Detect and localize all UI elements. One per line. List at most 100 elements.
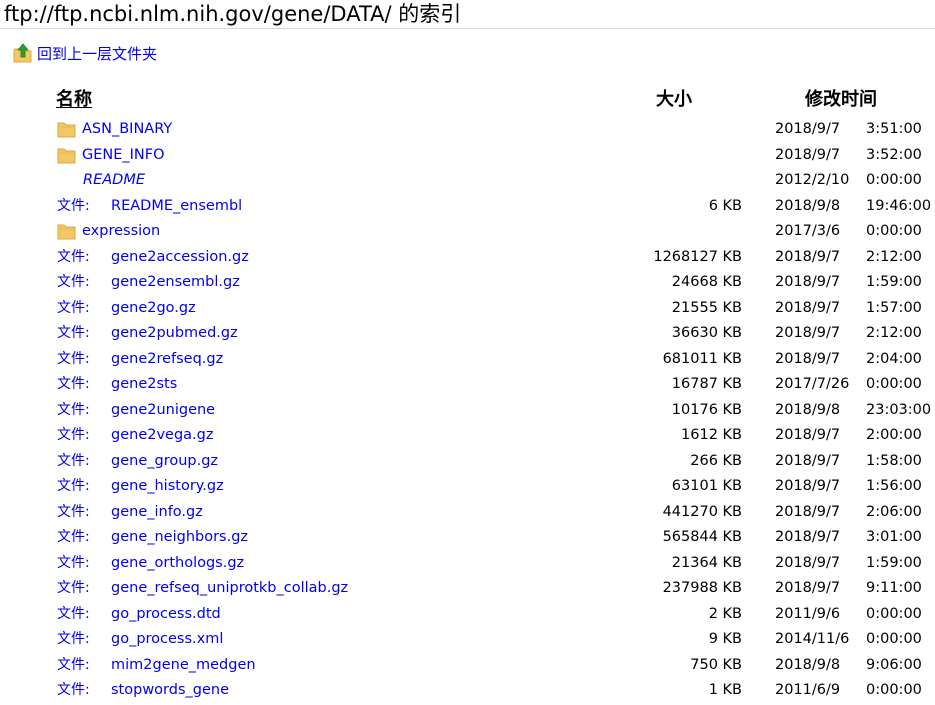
modified-date: 2018/9/7 [775, 580, 841, 596]
file-size: 266 KB [690, 452, 742, 469]
modified-date: 2018/9/8 [775, 197, 841, 214]
file-link[interactable]: gene_refseq_uniprotkb_collab.gz [111, 576, 348, 602]
file-prefix-label: 文件: [57, 197, 90, 214]
file-prefix-label: 文件: [57, 682, 90, 698]
modified-date: 2018/9/7 [775, 121, 841, 137]
modified-time: 0:00:00 [866, 605, 922, 622]
folder-link[interactable]: expression [82, 219, 160, 245]
parent-folder-link[interactable]: 回到上一层文件夹 [12, 41, 157, 65]
modified-time: 9:11:00 [866, 580, 922, 596]
file-size: 1 KB [708, 682, 742, 698]
modified-date: 2018/9/7 [775, 427, 841, 443]
link-entry[interactable]: README [83, 168, 145, 194]
file-link[interactable]: go_process.xml [111, 627, 223, 653]
modified-date: 2011/9/6 [775, 605, 841, 622]
file-link[interactable]: gene_neighbors.gz [111, 525, 248, 551]
file-link[interactable]: gene2unigene [111, 398, 215, 424]
file-row: ASN_BINARY 2018/9/7 3:51:00 [0, 117, 935, 143]
file-link[interactable]: gene2pubmed.gz [111, 321, 238, 347]
file-row: 文件: README_ensembl 6 KB 2018/9/8 19:46:00 [0, 194, 935, 220]
file-link[interactable]: gene2ensembl.gz [111, 270, 240, 296]
modified-date: 2018/9/7 [775, 478, 841, 494]
modified-time: 2:12:00 [866, 325, 922, 341]
modified-date: 2018/9/7 [775, 529, 841, 545]
modified-date: 2014/11/6 [775, 631, 850, 647]
modified-time: 1:58:00 [866, 452, 922, 469]
file-size: 36630 KB [671, 325, 742, 341]
file-prefix-label: 文件: [57, 605, 90, 622]
file-prefix-label: 文件: [57, 580, 90, 596]
column-header-modified[interactable]: 修改时间 [805, 88, 877, 112]
modified-time: 2:00:00 [866, 427, 922, 443]
file-link[interactable]: gene_group.gz [111, 449, 218, 475]
file-link[interactable]: gene2accession.gz [111, 245, 249, 271]
file-link[interactable]: go_process.dtd [111, 602, 221, 628]
file-link[interactable]: gene2go.gz [111, 296, 196, 322]
modified-date: 2018/9/7 [775, 503, 841, 520]
modified-date: 2018/9/7 [775, 452, 841, 469]
modified-time: 0:00:00 [866, 223, 922, 239]
modified-time: 1:56:00 [866, 478, 922, 494]
file-size: 16787 KB [671, 376, 742, 392]
file-row: 文件: mim2gene_medgen 750 KB 2018/9/8 9:06:00 [0, 653, 935, 679]
parent-folder-label[interactable]: 回到上一层文件夹 [37, 43, 157, 64]
modified-date: 2018/9/7 [775, 274, 841, 290]
folder-link[interactable]: ASN_BINARY [82, 117, 172, 143]
modified-time: 19:46:00 [866, 197, 932, 214]
file-size: 750 KB [690, 656, 742, 673]
file-row: 文件: gene2ensembl.gz 24668 KB 2018/9/7 1:59:0… [0, 270, 935, 296]
file-row: 文件: gene2pubmed.gz 36630 KB 2018/9/7 2:12:00 [0, 321, 935, 347]
file-prefix-label: 文件: [57, 376, 90, 392]
file-link[interactable]: gene2sts [111, 372, 177, 398]
modified-time: 0:00:00 [866, 682, 922, 698]
file-row: 文件: go_process.dtd 2 KB 2011/9/6 0:00:00 [0, 602, 935, 628]
file-prefix-label: 文件: [57, 478, 90, 494]
file-listing: ASN_BINARY 2018/9/7 3:51:00 GENE_INFO 2018/9… [0, 117, 935, 704]
modified-date: 2017/7/26 [775, 376, 850, 392]
file-row: 文件: stopwords_gene 1 KB 2011/6/9 0:00:00 [0, 678, 935, 704]
file-link[interactable]: gene_info.gz [111, 500, 203, 526]
modified-date: 2018/9/8 [775, 656, 841, 673]
file-row: expression 2017/3/6 0:00:00 [0, 219, 935, 245]
modified-time: 1:59:00 [866, 554, 922, 571]
modified-date: 2018/9/7 [775, 325, 841, 341]
modified-time: 2:12:00 [866, 248, 922, 265]
file-size: 565844 KB [662, 529, 742, 545]
file-prefix-label: 文件: [57, 274, 90, 290]
modified-time: 3:51:00 [866, 121, 922, 137]
modified-time: 23:03:00 [866, 401, 932, 418]
modified-date: 2011/6/9 [775, 682, 841, 698]
modified-time: 0:00:00 [866, 172, 922, 188]
file-link[interactable]: mim2gene_medgen [111, 653, 256, 679]
modified-time: 9:06:00 [866, 656, 922, 673]
modified-time: 1:59:00 [866, 274, 922, 290]
file-row: 文件: gene2refseq.gz 681011 KB 2018/9/7 2:04:0… [0, 347, 935, 373]
file-prefix-label: 文件: [57, 248, 90, 265]
modified-time: 0:00:00 [866, 376, 922, 392]
file-row: 文件: gene2sts 16787 KB 2017/7/26 0:00:00 [0, 372, 935, 398]
file-row: 文件: gene_refseq_uniprotkb_collab.gz 237988… [0, 576, 935, 602]
file-link[interactable]: gene_history.gz [111, 474, 224, 500]
file-link[interactable]: gene_orthologs.gz [111, 551, 244, 577]
file-link[interactable]: README_ensembl [111, 194, 242, 220]
file-size: 2 KB [708, 605, 742, 622]
file-prefix-label: 文件: [57, 325, 90, 341]
file-row: 文件: gene_neighbors.gz 565844 KB 2018/9/7 3:0… [0, 525, 935, 551]
modified-time: 2:04:00 [866, 350, 922, 367]
file-row: 文件: go_process.xml 9 KB 2014/11/6 0:00:00 [0, 627, 935, 653]
file-row: GENE_INFO 2018/9/7 3:52:00 [0, 143, 935, 169]
file-size: 1268127 KB [653, 248, 742, 265]
file-size: 24668 KB [671, 274, 742, 290]
column-header-size[interactable]: 大小 [656, 88, 692, 112]
file-row: 文件: gene_history.gz 63101 KB 2018/9/7 1:56:0… [0, 474, 935, 500]
file-row: 文件: gene2go.gz 21555 KB 2018/9/7 1:57:00 [0, 296, 935, 322]
file-link[interactable]: gene2vega.gz [111, 423, 213, 449]
file-link[interactable]: stopwords_gene [111, 678, 229, 704]
file-link[interactable]: gene2refseq.gz [111, 347, 223, 373]
file-size: 21555 KB [671, 299, 742, 316]
file-prefix-label: 文件: [57, 631, 90, 647]
folder-link[interactable]: GENE_INFO [82, 143, 165, 169]
modified-time: 2:06:00 [866, 503, 922, 520]
modified-time: 3:01:00 [866, 529, 922, 545]
column-header-name[interactable]: 名称 [56, 88, 92, 112]
